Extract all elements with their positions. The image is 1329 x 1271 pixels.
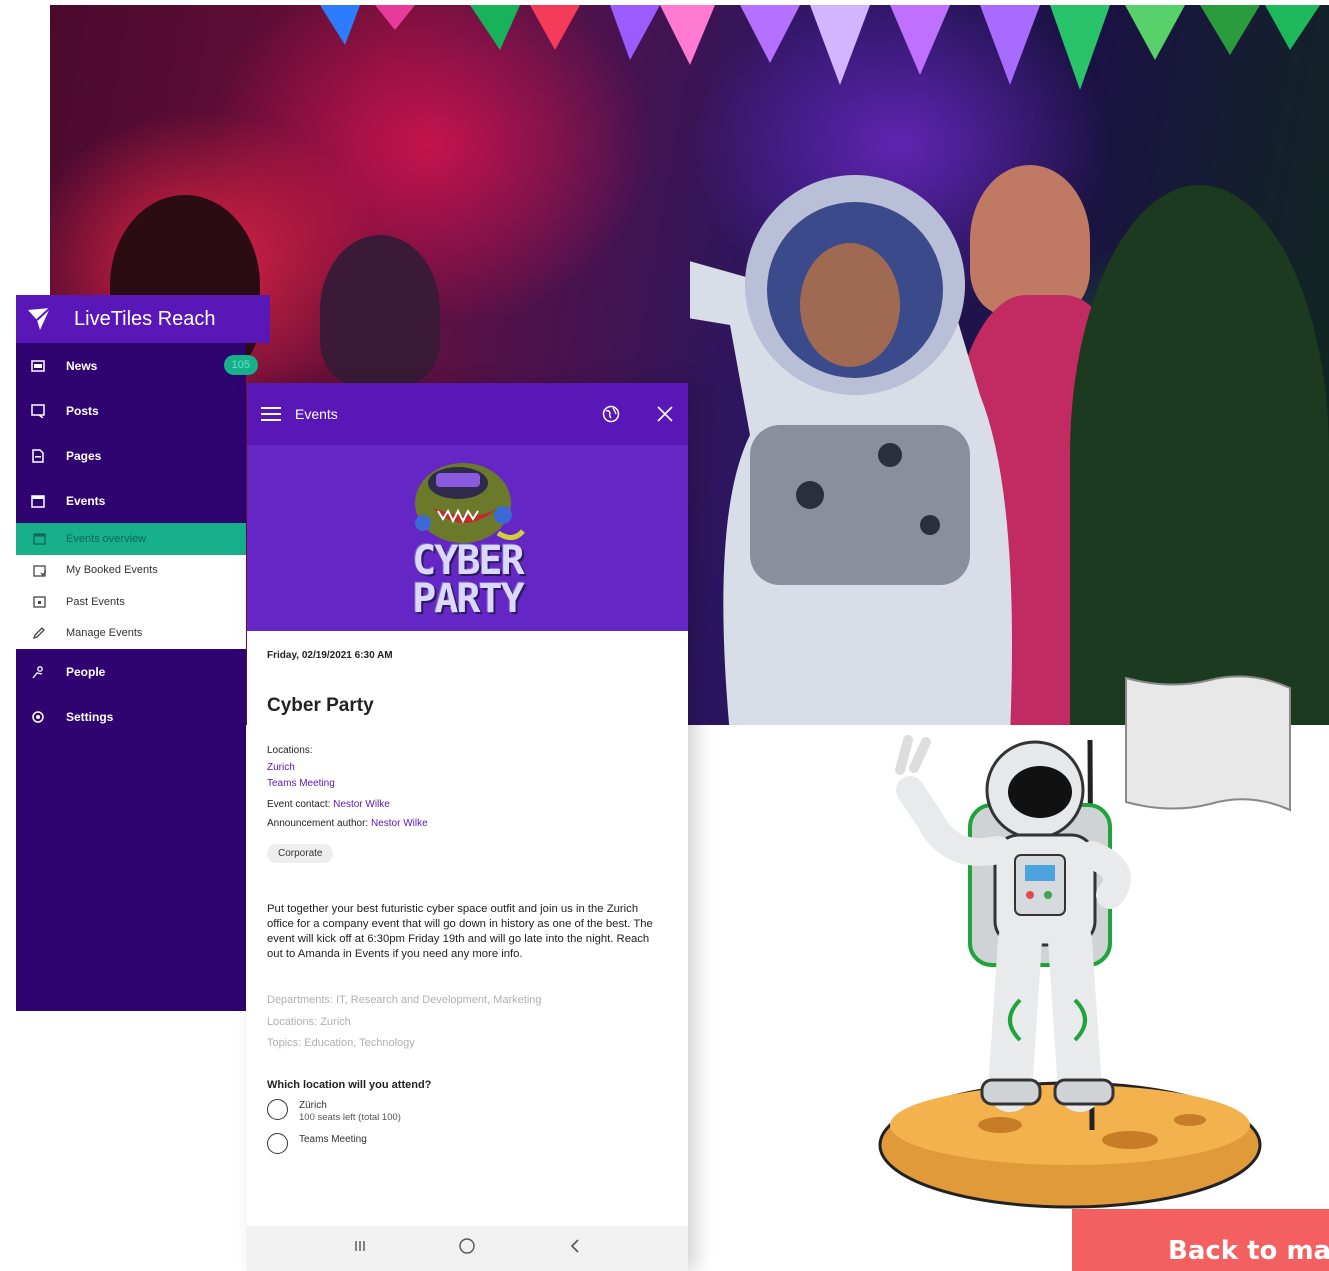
meta-departments: Departments: IT, Research and Developmen…	[267, 994, 542, 1006]
calendar-past-icon	[32, 595, 46, 609]
bunting-decoration	[320, 5, 1320, 90]
location-link-teams[interactable]: Teams Meeting	[267, 778, 668, 789]
sidebar-item-people[interactable]: People	[16, 649, 246, 694]
contact-link[interactable]: Nestor Wilke	[333, 799, 390, 810]
livetiles-logo-icon	[26, 306, 52, 332]
tag-chip-corporate[interactable]: Corporate	[267, 844, 334, 863]
back-icon[interactable]	[568, 1238, 582, 1259]
sidebar-item-posts[interactable]: Posts	[16, 388, 246, 433]
posts-icon	[30, 403, 46, 419]
crowd-person	[320, 235, 440, 385]
subnav-item-label: My Booked Events	[66, 564, 158, 577]
sidebar: LiveTiles Reach News 105 Posts Pages Eve…	[16, 295, 270, 1011]
announcement-author: Announcement author: Nestor Wilke	[267, 818, 668, 829]
sidebar-item-label: Pages	[66, 448, 102, 463]
panel-title: Events	[295, 406, 338, 422]
recent-apps-icon[interactable]	[353, 1239, 367, 1258]
home-icon[interactable]	[458, 1237, 476, 1260]
event-title: Cyber Party	[267, 695, 374, 716]
event-description: Put together your best futuristic cyber …	[267, 903, 653, 960]
subnav-item-my-booked-events[interactable]: My Booked Events	[16, 555, 246, 587]
event-date: Friday, 02/19/2021 6:30 AM	[267, 650, 393, 661]
meta-topics: Topics: Education, Technology	[267, 1037, 415, 1049]
radio-button[interactable]	[267, 1132, 288, 1154]
close-icon[interactable]	[656, 405, 674, 423]
party-text: PARTY	[412, 576, 524, 622]
globe-icon[interactable]	[602, 405, 620, 423]
sidebar-item-settings[interactable]: Settings	[16, 694, 246, 739]
back-to-main-button[interactable]: Back to main	[1072, 1209, 1329, 1271]
subnav-item-past-events[interactable]: Past Events	[16, 586, 246, 618]
sidebar-header: LiveTiles Reach	[16, 295, 270, 343]
pages-icon	[30, 448, 46, 464]
sidebar-item-label: Settings	[66, 709, 114, 724]
people-icon	[30, 664, 46, 680]
event-detail-panel: Events CYBER PARTY Friday, 02/19/2021 6:	[247, 383, 688, 1271]
radio-sublabel: 100 seats left (total 100)	[299, 1111, 401, 1123]
event-content: Friday, 02/19/2021 6:30 AM Cyber Party L…	[247, 650, 688, 1154]
author-label: Announcement author:	[267, 818, 369, 829]
subnav-item-label: Manage Events	[66, 627, 143, 640]
sidebar-item-pages[interactable]: Pages	[16, 433, 246, 478]
astronaut-photo	[690, 175, 1012, 725]
radio-option-zurich[interactable]: Zürich 100 seats left (total 100)	[267, 1098, 668, 1123]
radio-button[interactable]	[267, 1098, 288, 1120]
location-link-zurich[interactable]: Zurich	[267, 762, 668, 773]
events-submenu: Events overview My Booked Events Past Ev…	[16, 523, 246, 649]
radio-option-teams[interactable]: Teams Meeting	[267, 1132, 668, 1154]
crowd-person	[1070, 185, 1329, 725]
event-contact: Event contact: Nestor Wilke	[267, 799, 668, 810]
hamburger-menu-icon[interactable]	[261, 407, 281, 421]
cyber-text: CYBER	[412, 538, 524, 584]
news-count-badge: 105	[223, 355, 258, 375]
sidebar-item-label: Events	[66, 493, 106, 508]
pencil-icon	[32, 626, 46, 640]
radio-label: Zürich	[299, 1099, 327, 1111]
calendar-check-icon	[32, 563, 46, 577]
sidebar-item-events[interactable]: Events	[16, 478, 246, 523]
sidebar-item-news[interactable]: News 105	[16, 343, 258, 388]
sidebar-item-label: Posts	[66, 403, 99, 418]
cyber-party-logo: CYBER PARTY	[403, 453, 533, 623]
subnav-item-label: Events overview	[66, 532, 147, 545]
event-hero-banner: CYBER PARTY	[247, 445, 688, 631]
android-nav-bar	[247, 1226, 688, 1271]
author-link[interactable]: Nestor Wilke	[371, 818, 428, 829]
location-question: Which location will you attend?	[267, 1078, 432, 1091]
calendar-icon	[32, 532, 46, 546]
sidebar-item-label: People	[66, 664, 106, 679]
events-icon	[30, 493, 46, 509]
astronaut-flag-illustration	[878, 675, 1291, 1209]
gear-icon	[30, 709, 46, 725]
event-meta: Departments: IT, Research and Developmen…	[267, 990, 668, 1055]
radio-label: Teams Meeting	[299, 1133, 367, 1145]
news-icon	[30, 358, 46, 374]
panel-header: Events	[247, 383, 688, 445]
subnav-item-label: Past Events	[66, 595, 125, 608]
sidebar-item-label: News	[66, 358, 98, 373]
meta-locations: Locations: Zurich	[267, 1015, 351, 1028]
brand-name: LiveTiles Reach	[74, 307, 216, 330]
contact-label: Event contact:	[267, 799, 331, 810]
subnav-item-manage-events[interactable]: Manage Events	[16, 618, 246, 650]
locations-label: Locations:	[267, 745, 313, 756]
subnav-item-events-overview[interactable]: Events overview	[16, 523, 246, 555]
